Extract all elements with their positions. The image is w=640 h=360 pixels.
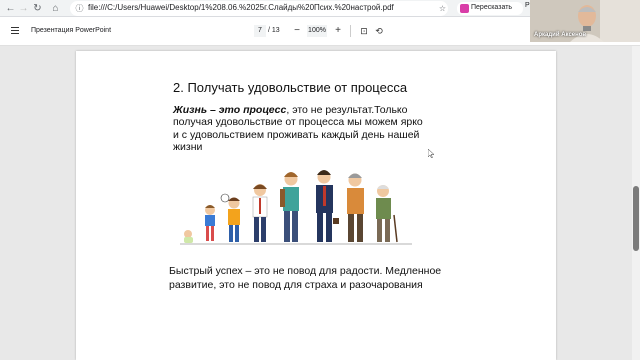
zoom-out-icon[interactable]: − [291, 25, 303, 37]
home-icon[interactable]: ⌂ [49, 2, 62, 15]
page-number-input[interactable]: 7 [254, 25, 266, 37]
retell-button[interactable]: Пересказать [457, 2, 523, 15]
scrollbar-thumb[interactable] [633, 186, 639, 251]
slide-paragraph: Жизнь – это процесс, это не результат.То… [173, 104, 425, 153]
url-field[interactable]: ⓘ file:///C:/Users/Huawei/Desktop/1%208.… [70, 1, 448, 16]
mouse-cursor-icon [428, 149, 434, 158]
zoom-input[interactable]: 100% [307, 25, 327, 37]
retell-icon [460, 4, 469, 13]
browser-window: ← → ↻ ⌂ ⓘ file:///C:/Users/Huawei/Deskto… [0, 0, 640, 360]
figure-middle-aged [347, 173, 364, 242]
slide-heading: 2. Получать удовольствие от процесса [173, 80, 408, 95]
figure-teen [252, 184, 268, 242]
bookmark-icon[interactable]: ☆ [436, 2, 449, 15]
retell-label: Пересказать [471, 4, 513, 11]
url-text: file:///C:/Users/Huawei/Desktop/1%208.06… [88, 3, 394, 12]
participant-name: Аркадий Аксенов [534, 32, 587, 38]
zoom-in-icon[interactable]: + [332, 25, 344, 37]
figure-elderly [376, 185, 398, 243]
figure-baby [184, 230, 193, 243]
forward-icon[interactable]: → [17, 2, 30, 15]
life-stages-illustration [180, 170, 412, 245]
figure-young-man [280, 172, 299, 242]
toolbar-divider [350, 25, 351, 37]
reload-icon[interactable]: ↻ [31, 2, 44, 15]
pdf-page: 2. Получать удовольствие от процесса Жиз… [76, 51, 556, 360]
document-title: Презентация PowerPoint [31, 27, 112, 34]
rotate-icon[interactable]: ⟲ [373, 25, 385, 37]
figure-businessman [316, 170, 339, 242]
scrollbar[interactable] [632, 46, 640, 360]
figure-child [220, 193, 240, 242]
slide-bottom-text: Быстрый успех – это не повод для радости… [169, 265, 442, 291]
page-total: / 13 [268, 27, 280, 34]
back-icon[interactable]: ← [4, 2, 17, 15]
para-bold: Жизнь – это процесс [173, 104, 287, 116]
fit-page-icon[interactable]: ⊡ [358, 25, 370, 37]
menu-icon[interactable] [11, 27, 19, 34]
webcam-overlay: Аркадий Аксенов [530, 0, 640, 42]
site-info-icon[interactable]: ⓘ [73, 2, 86, 15]
figure-toddler [205, 205, 215, 241]
